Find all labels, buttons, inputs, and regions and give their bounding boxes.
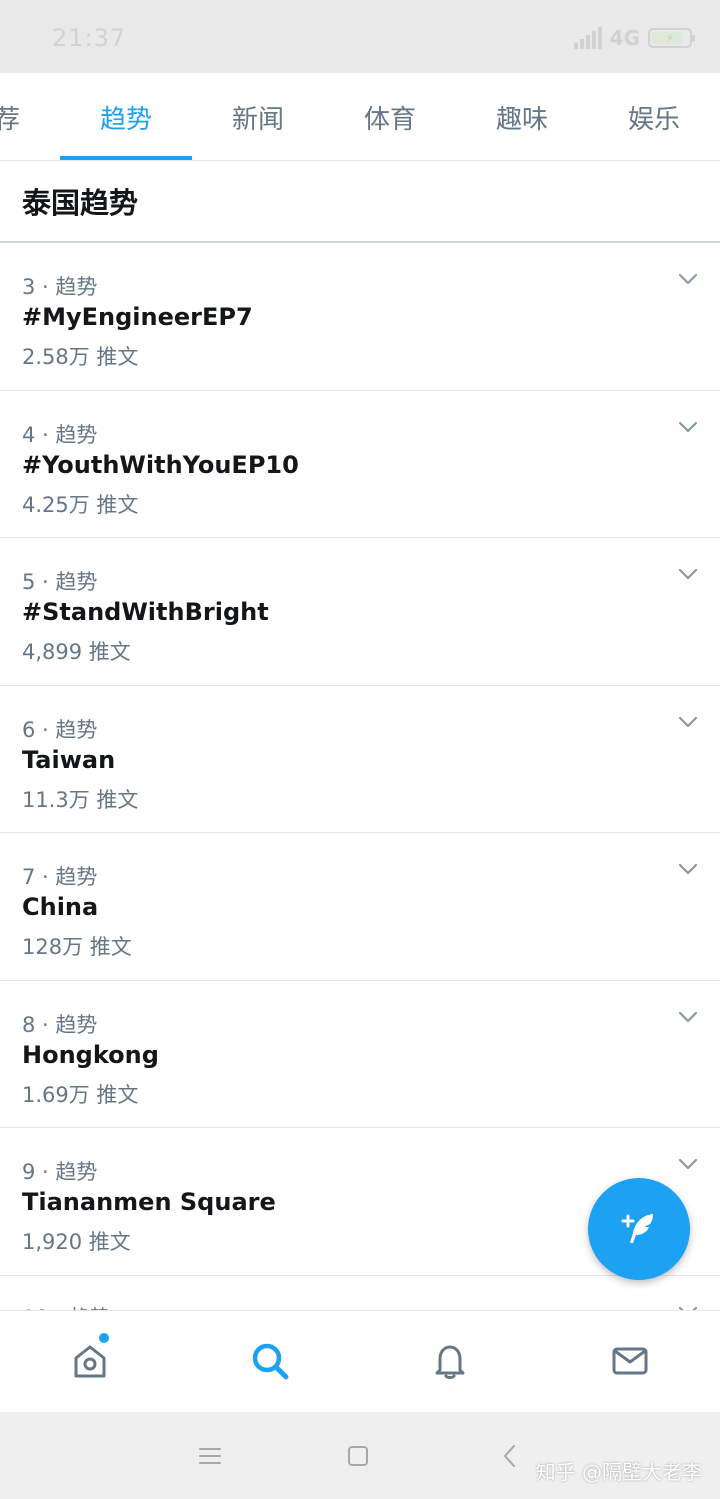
chevron-down-icon[interactable] [676, 861, 700, 877]
trend-rank: 9 · 趋势 [22, 1160, 98, 1184]
tab-entertainment[interactable]: 娱乐 [588, 73, 720, 161]
bell-icon [435, 1345, 465, 1379]
network-type: 4G [609, 26, 640, 50]
trend-rank: 4 · 趋势 [22, 422, 98, 447]
section-title: 泰国趋势 [22, 186, 139, 220]
status-bar: 21:37 4G ⚡ [0, 0, 720, 73]
back-icon[interactable] [496, 1442, 524, 1470]
chevron-down-icon[interactable] [676, 714, 700, 730]
trend-item[interactable]: 5 · 趋势 #StandWithBright 4,899 推文 [0, 538, 720, 686]
trend-name[interactable]: Taiwan [22, 746, 115, 774]
trend-list: 3 · 趋势 #MyEngineerEP7 2.58万 推文 4 · 趋势 #Y… [0, 243, 720, 1276]
tab-fun[interactable]: 趣味 [456, 73, 588, 161]
menu-icon[interactable] [196, 1442, 224, 1470]
explore-tabs: 推荐 趋势 新闻 体育 趣味 娱乐 [0, 73, 720, 161]
search-icon [252, 1343, 289, 1380]
bottom-nav [0, 1310, 720, 1412]
home-icon [74, 1345, 106, 1378]
notification-dot [99, 1333, 109, 1343]
status-indicators: 4G ⚡ [573, 26, 695, 50]
nav-messages[interactable] [606, 1337, 654, 1385]
trend-rank: 10 · 趋势 [22, 1302, 111, 1310]
signal-icon [573, 27, 602, 49]
trend-rank: 8 · 趋势 [22, 1012, 98, 1037]
chevron-down-icon[interactable] [676, 271, 700, 287]
chevron-down-icon[interactable] [676, 566, 700, 582]
trend-rank: 5 · 趋势 [22, 570, 98, 594]
trend-item[interactable]: 8 · 趋势 Hongkong 1.69万 推文 [0, 981, 720, 1128]
section-header: 泰国趋势 [0, 161, 720, 243]
trend-tweet-count: 1,920 推文 [22, 1230, 131, 1254]
trend-tweet-count: 4,899 推文 [22, 640, 131, 664]
battery-icon: ⚡ [648, 28, 695, 48]
tab-sports[interactable]: 体育 [324, 73, 456, 161]
trend-name[interactable]: #YouthWithYouEP10 [22, 451, 299, 479]
tab-news[interactable]: 新闻 [192, 73, 324, 161]
trend-name[interactable]: China [22, 893, 98, 921]
mail-icon [612, 1347, 648, 1375]
tab-recommended[interactable]: 推荐 [0, 73, 60, 161]
nav-notifications[interactable] [426, 1337, 474, 1385]
trend-item-partial[interactable]: 10 · 趋势 [0, 1276, 720, 1310]
trend-name[interactable]: #StandWithBright [22, 598, 269, 626]
trend-tweet-count: 4.25万 推文 [22, 492, 139, 517]
trend-rank: 6 · 趋势 [22, 717, 98, 742]
trend-name[interactable]: #MyEngineerEP7 [22, 303, 253, 331]
trend-tweet-count: 128万 推文 [22, 935, 132, 959]
compose-feather-icon [621, 1214, 653, 1243]
trend-name[interactable]: Tiananmen Square [22, 1188, 276, 1216]
home-square-icon[interactable] [344, 1442, 372, 1470]
trend-tweet-count: 1.69万 推文 [22, 1082, 139, 1107]
chevron-down-icon[interactable] [676, 419, 700, 435]
trend-name[interactable]: Hongkong [22, 1041, 159, 1069]
trend-item[interactable]: 3 · 趋势 #MyEngineerEP7 2.58万 推文 [0, 243, 720, 391]
system-nav-bar: 知乎 @隔壁大老李 [0, 1412, 720, 1499]
nav-home[interactable] [66, 1337, 114, 1385]
chevron-down-icon[interactable] [676, 1156, 700, 1172]
active-tab-indicator [60, 156, 192, 160]
status-time: 21:37 [52, 24, 127, 52]
compose-tweet-button[interactable] [588, 1178, 690, 1280]
trend-tweet-count: 11.3万 推文 [22, 787, 139, 812]
trend-rank: 3 · 趋势 [22, 275, 98, 299]
trend-item[interactable]: 6 · 趋势 Taiwan 11.3万 推文 [0, 686, 720, 833]
nav-search[interactable] [246, 1337, 294, 1385]
trend-item[interactable]: 7 · 趋势 China 128万 推文 [0, 833, 720, 981]
trend-item[interactable]: 4 · 趋势 #YouthWithYouEP10 4.25万 推文 [0, 391, 720, 538]
watermark: 知乎 @隔壁大老李 [535, 1460, 702, 1484]
trend-tweet-count: 2.58万 推文 [22, 345, 139, 369]
tab-trending[interactable]: 趋势 [60, 73, 192, 161]
trend-rank: 7 · 趋势 [22, 865, 98, 889]
chevron-down-icon[interactable] [676, 1009, 700, 1025]
